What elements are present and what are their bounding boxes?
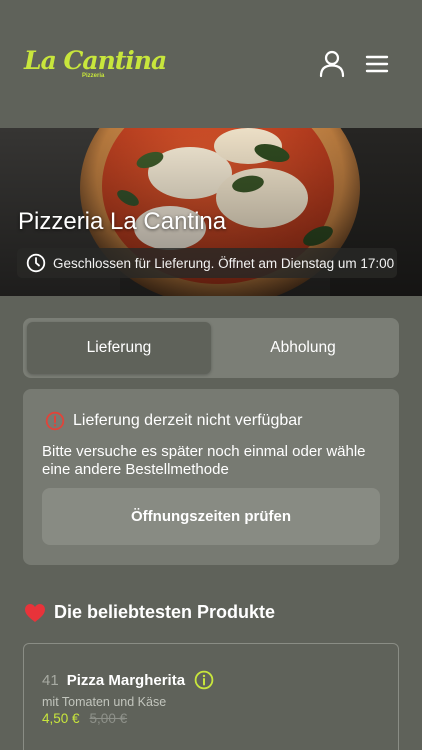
clock-icon xyxy=(26,253,46,273)
notice-title: Lieferung derzeit nicht verfügbar xyxy=(73,412,303,429)
product-name: Pizza Margherita xyxy=(66,671,186,689)
notice-header: Lieferung derzeit nicht verfügbar xyxy=(45,411,302,431)
product-description: mit Tomaten und Käse xyxy=(42,695,167,709)
notice-message: Bitte versuche es später noch einmal ode… xyxy=(42,443,366,478)
section-title: Die beliebtesten Produkte xyxy=(54,602,276,622)
tab-pickup[interactable]: Abholung xyxy=(211,322,395,374)
product-header: 41 Pizza Margherita xyxy=(42,670,214,690)
restaurant-name: Pizzeria La Cantina xyxy=(18,208,227,235)
opening-status-text: Geschlossen für Lieferung. Öffnet am Die… xyxy=(53,255,395,271)
order-mode-switch: Lieferung Abholung xyxy=(23,318,399,378)
product-card[interactable]: 41 Pizza Margherita mit Tomaten und Käse… xyxy=(23,643,399,750)
warning-icon xyxy=(45,411,65,431)
user-icon xyxy=(319,50,345,78)
logo-subtext: Pizzeria xyxy=(82,73,105,79)
info-icon[interactable] xyxy=(194,670,214,690)
product-price: 4,50 € xyxy=(42,711,80,726)
delivery-unavailable-notice: Lieferung derzeit nicht verfügbar Bitte … xyxy=(23,389,399,565)
opening-status-pill: Geschlossen für Lieferung. Öffnet am Die… xyxy=(17,248,397,278)
product-number: 41 xyxy=(42,671,59,689)
top-bar: La Cantina Pizzeria xyxy=(0,0,422,128)
logo-text: La Cantina xyxy=(24,46,167,75)
menu-icon xyxy=(365,55,389,73)
popular-products-heading: Die beliebtesten Produkte xyxy=(24,602,275,623)
app-screen: La Cantina Pizzeria Pizzeria La Cantina … xyxy=(0,0,422,750)
check-opening-hours-button[interactable]: Öffnungszeiten prüfen xyxy=(42,488,380,545)
hero-banner: Pizzeria La Cantina Geschlossen für Lief… xyxy=(0,128,422,296)
tab-delivery[interactable]: Lieferung xyxy=(27,322,211,374)
product-prices: 4,50 € 5,00 € xyxy=(42,711,127,726)
product-old-price: 5,00 € xyxy=(89,711,128,726)
heart-icon xyxy=(25,603,45,622)
account-button[interactable] xyxy=(318,50,346,78)
menu-button[interactable] xyxy=(363,52,391,76)
logo[interactable]: La Cantina Pizzeria xyxy=(24,46,167,84)
